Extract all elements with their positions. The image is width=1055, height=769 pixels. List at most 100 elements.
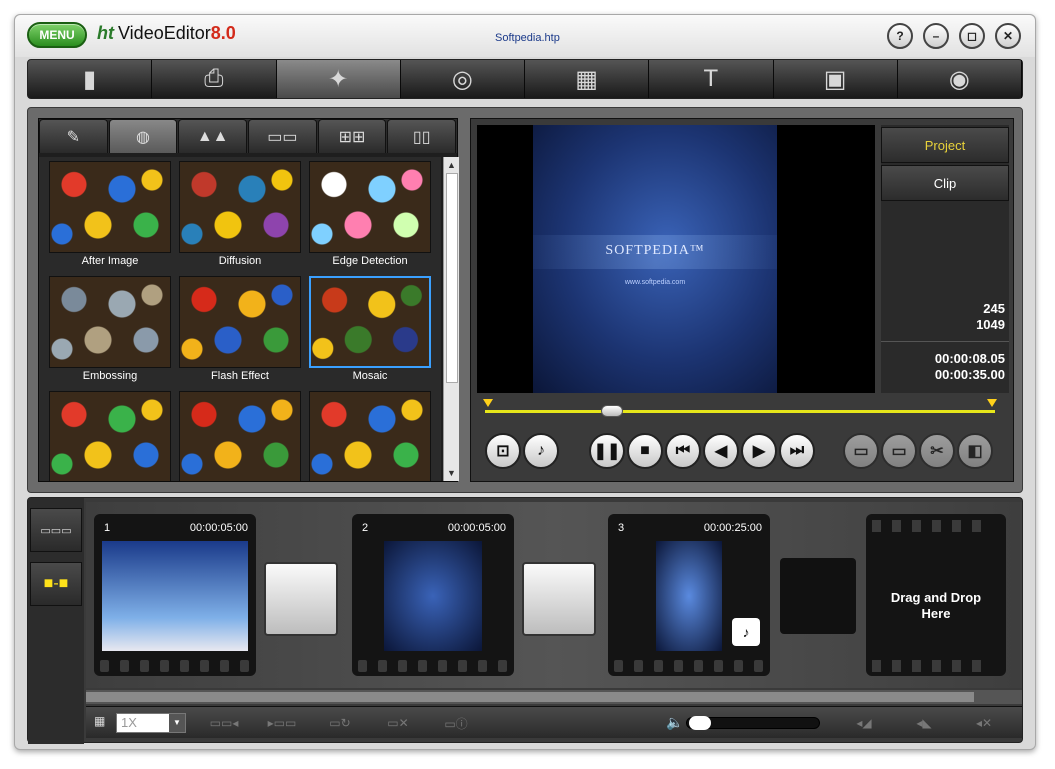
- empty-transition-slot[interactable]: [780, 558, 856, 634]
- effect-label: Flash Effect: [211, 370, 269, 382]
- film-icon: ▦: [94, 714, 106, 728]
- effects-tab-5[interactable]: ▯▯: [387, 119, 457, 153]
- timeline-ruler-icon[interactable]: ▭▭▭: [30, 508, 82, 552]
- effect-thumbnail[interactable]: [309, 391, 431, 481]
- timeline-bottom-bar: ▦ 1X ▼ ▭▭◂ ▸▭▭ ▭↻ ▭✕ ▭ⓘ 🔈 ◂◢ ◂◣ ◂✕: [86, 706, 1022, 738]
- clip-audio-icon[interactable]: ♪: [732, 618, 760, 646]
- menu-button[interactable]: MENU: [27, 22, 87, 48]
- minimize-button[interactable]: –: [923, 23, 949, 49]
- effects-tab-4[interactable]: ⊞⊞: [317, 119, 387, 153]
- effect-preview-image: [179, 391, 301, 481]
- start-marker-icon[interactable]: [483, 399, 493, 407]
- seek-bar[interactable]: [479, 399, 1007, 421]
- storyboard-track: 1 00:00:05:00 2 00:00:05:00 3 00:00:25:0…: [86, 502, 1022, 688]
- effects-wand-icon[interactable]: ✦: [276, 60, 401, 98]
- video-brand-text: SOFTPEDIA™: [605, 243, 705, 258]
- effect-preview-image: [49, 391, 171, 481]
- prev-frame-icon[interactable]: ◀: [703, 433, 739, 469]
- clip-thumbnail: [656, 541, 722, 651]
- fade-out-icon[interactable]: ◂◣: [896, 711, 952, 735]
- mute-icon[interactable]: ◂✕: [956, 711, 1012, 735]
- clip-info-icon[interactable]: ▭ⓘ: [428, 711, 484, 735]
- effect-thumbnail[interactable]: Mosaic: [309, 276, 431, 386]
- scroll-thumb[interactable]: [446, 173, 458, 383]
- clip-card[interactable]: 2 00:00:05:00: [352, 514, 514, 676]
- loop-icon[interactable]: ▭↻: [312, 711, 368, 735]
- storyboard-icon[interactable]: ■-■: [30, 562, 82, 606]
- effect-thumbnail[interactable]: [49, 391, 171, 481]
- crop-icon[interactable]: ◧: [957, 433, 993, 469]
- scroll-up-icon[interactable]: ▲: [444, 157, 459, 173]
- timeline-scrollbar[interactable]: [86, 690, 1022, 704]
- burn-disc-icon[interactable]: ◉: [898, 60, 1022, 98]
- effects-tab-0[interactable]: ✎: [39, 119, 108, 153]
- speaker-icon: 🔈: [666, 714, 684, 730]
- volume-slider[interactable]: [686, 716, 820, 730]
- end-marker-icon[interactable]: [987, 399, 997, 407]
- timeline-mode-side: ▭▭▭ ■-■: [28, 498, 84, 744]
- save-icon[interactable]: ▣: [774, 60, 898, 98]
- help-button[interactable]: ?: [887, 23, 913, 49]
- effect-preview-image: [179, 161, 301, 253]
- effect-preview-image: [179, 276, 301, 368]
- next-frame-icon[interactable]: ▶: [741, 433, 777, 469]
- scroll-down-icon[interactable]: ▼: [444, 465, 459, 481]
- effects-tab-1[interactable]: ◍: [108, 119, 178, 153]
- effect-thumbnail[interactable]: Flash Effect: [179, 276, 301, 386]
- go-end-icon[interactable]: ⏭: [779, 433, 815, 469]
- effect-thumbnail[interactable]: Embossing: [49, 276, 171, 386]
- mark-out-icon[interactable]: ▭: [881, 433, 917, 469]
- video-screen: SOFTPEDIA™ www.softpedia.com: [477, 125, 875, 393]
- go-start-icon[interactable]: ⏮: [665, 433, 701, 469]
- effect-thumbnail[interactable]: [179, 391, 301, 481]
- clip-card[interactable]: 1 00:00:05:00: [94, 514, 256, 676]
- volume-icon[interactable]: ♪: [523, 433, 559, 469]
- zoom-select[interactable]: 1X ▼: [116, 713, 186, 733]
- effects-tab-3[interactable]: ▭▭: [248, 119, 317, 153]
- effect-thumbnail[interactable]: After Image: [49, 161, 171, 271]
- workspace-panel: ✎ ◍ ▲▲ ▭▭ ⊞⊞ ▯▯ After Image Diffusion Edge Dete…: [27, 107, 1023, 493]
- snapshot-icon[interactable]: ⊡: [485, 433, 521, 469]
- timeline-panel: ▭▭▭ ■-■ 1 00:00:05:00 2 00:00:05:00 3 00…: [27, 497, 1023, 744]
- effect-label: Mosaic: [352, 370, 388, 382]
- mark-in-icon[interactable]: ▭: [843, 433, 879, 469]
- trim-right-icon[interactable]: ▸▭▭: [254, 711, 310, 735]
- effects-tab-2[interactable]: ▲▲: [178, 119, 248, 153]
- maximize-button[interactable]: ◻: [959, 23, 985, 49]
- effect-thumbnail[interactable]: Diffusion: [179, 161, 301, 271]
- effect-preview-image: [309, 161, 431, 253]
- transition-slot[interactable]: [522, 562, 596, 636]
- app-logo: ht VideoEditor8.0: [97, 23, 236, 43]
- stop-icon[interactable]: ■: [627, 433, 663, 469]
- effect-preview-image: [309, 276, 431, 368]
- capture-icon[interactable]: ⎙: [152, 60, 277, 98]
- fade-in-icon[interactable]: ◂◢: [836, 711, 892, 735]
- effects-grid: After Image Diffusion Edge Detection Emboss…: [39, 157, 441, 481]
- clip-thumbnail: [102, 541, 248, 651]
- transition-slot[interactable]: [264, 562, 338, 636]
- film-clips-icon[interactable]: ▦: [525, 60, 650, 98]
- chevron-down-icon[interactable]: ▼: [169, 714, 185, 732]
- project-mode-button[interactable]: Project: [881, 127, 1009, 163]
- close-button[interactable]: ✕: [995, 23, 1021, 49]
- trim-left-icon[interactable]: ▭▭◂: [196, 711, 252, 735]
- preview-mode-panel: Project Clip 245 1049 00:00:08.05 00:00:35…: [881, 125, 1009, 393]
- pause-icon[interactable]: ❚❚: [589, 433, 625, 469]
- main-toolbar: ▮ ⎙ ✦ ◎ ▦ T ▣ ◉: [27, 59, 1023, 99]
- transitions-icon[interactable]: ◎: [401, 60, 525, 98]
- clip-thumbnail: [384, 541, 482, 651]
- text-icon[interactable]: T: [649, 60, 774, 98]
- window-title: Softpedia.htp: [495, 32, 560, 44]
- effects-panel: ✎ ◍ ▲▲ ▭▭ ⊞⊞ ▯▯ After Image Diffusion Edge Dete…: [38, 118, 459, 482]
- effects-scrollbar[interactable]: ▲ ▼: [443, 157, 459, 481]
- split-scissors-icon[interactable]: ✂: [919, 433, 955, 469]
- effect-thumbnail[interactable]: Edge Detection: [309, 161, 431, 271]
- clip-card[interactable]: 3 00:00:25:00 ♪: [608, 514, 770, 676]
- new-project-icon[interactable]: ▮: [28, 60, 153, 98]
- seek-handle[interactable]: [601, 405, 623, 417]
- effects-tabs: ✎ ◍ ▲▲ ▭▭ ⊞⊞ ▯▯: [39, 119, 457, 153]
- delete-clip-icon[interactable]: ▭✕: [370, 711, 426, 735]
- frame-counter: 245 1049: [976, 301, 1005, 332]
- clip-mode-button[interactable]: Clip: [881, 165, 1009, 201]
- drop-zone[interactable]: Drag and Drop Here: [866, 514, 1006, 676]
